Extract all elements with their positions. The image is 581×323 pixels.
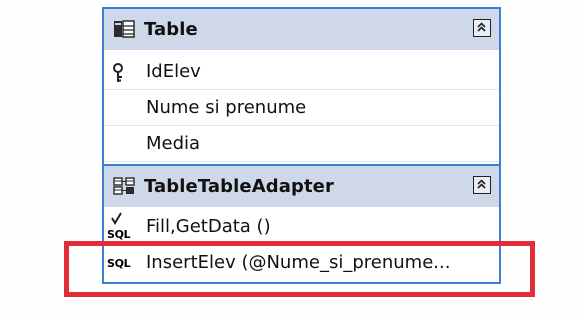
collapse-adapter-button[interactable] [473,176,491,194]
svg-text:SQL: SQL [107,228,131,241]
column-row-idelev[interactable]: IdElev [104,54,499,90]
sql-icon: SQL [106,255,136,275]
table-adapter-icon [113,177,135,195]
table-adapter-header[interactable]: TableTableAdapter [104,166,499,207]
table-title: Table [144,19,198,40]
table-icon [113,20,135,38]
table-adapter-title: TableTableAdapter [144,176,334,197]
query-label: Fill,GetData () [146,216,271,237]
column-row-media[interactable]: Media [104,126,499,162]
sql-checked-icon: SQL [106,211,136,247]
table-header[interactable]: Table [104,9,499,50]
query-row-insertelev[interactable]: SQL InsertElev (@Nume_si_prenume... [104,245,499,281]
primary-key-icon [112,63,128,87]
column-label: IdElev [146,61,201,82]
collapse-table-button[interactable] [473,19,491,37]
column-label: Nume si prenume [146,97,307,118]
dataset-table-designer[interactable]: Table IdElev Nume si prenume Media Table… [102,7,501,284]
query-label: InsertElev (@Nume_si_prenume... [146,252,451,273]
query-row-fill-getdata[interactable]: SQL Fill,GetData () [104,209,499,245]
column-label: Media [146,133,201,154]
column-row-nume-si-prenume[interactable]: Nume si prenume [104,90,499,126]
svg-text:SQL: SQL [107,257,131,270]
double-chevron-up-icon [477,22,486,32]
double-chevron-up-icon [477,179,486,189]
